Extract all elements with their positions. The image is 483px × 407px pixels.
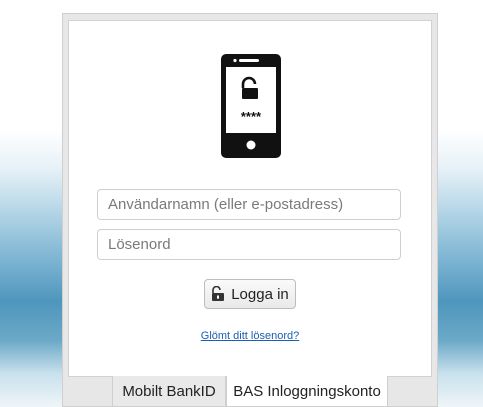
forgot-password-link[interactable]: Glömt ditt lösenord?	[68, 330, 432, 342]
ocean-background-right	[437, 130, 483, 407]
password-input[interactable]	[97, 229, 401, 260]
unlock-icon	[212, 286, 225, 301]
tab-label: Mobilt BankID	[122, 382, 216, 400]
phone-unlock-icon: ****	[221, 54, 281, 158]
login-button-label: Logga in	[231, 285, 289, 303]
username-input[interactable]	[97, 189, 401, 220]
ocean-background-left	[0, 130, 66, 407]
phone-screen-stars: ****	[241, 109, 262, 124]
tab-bas-inloggningskonto[interactable]: BAS Inloggningskonto	[226, 376, 388, 407]
tab-label: BAS Inloggningskonto	[233, 382, 381, 400]
tab-mobilt-bankid[interactable]: Mobilt BankID	[112, 376, 226, 407]
login-button[interactable]: Logga in	[204, 279, 296, 309]
